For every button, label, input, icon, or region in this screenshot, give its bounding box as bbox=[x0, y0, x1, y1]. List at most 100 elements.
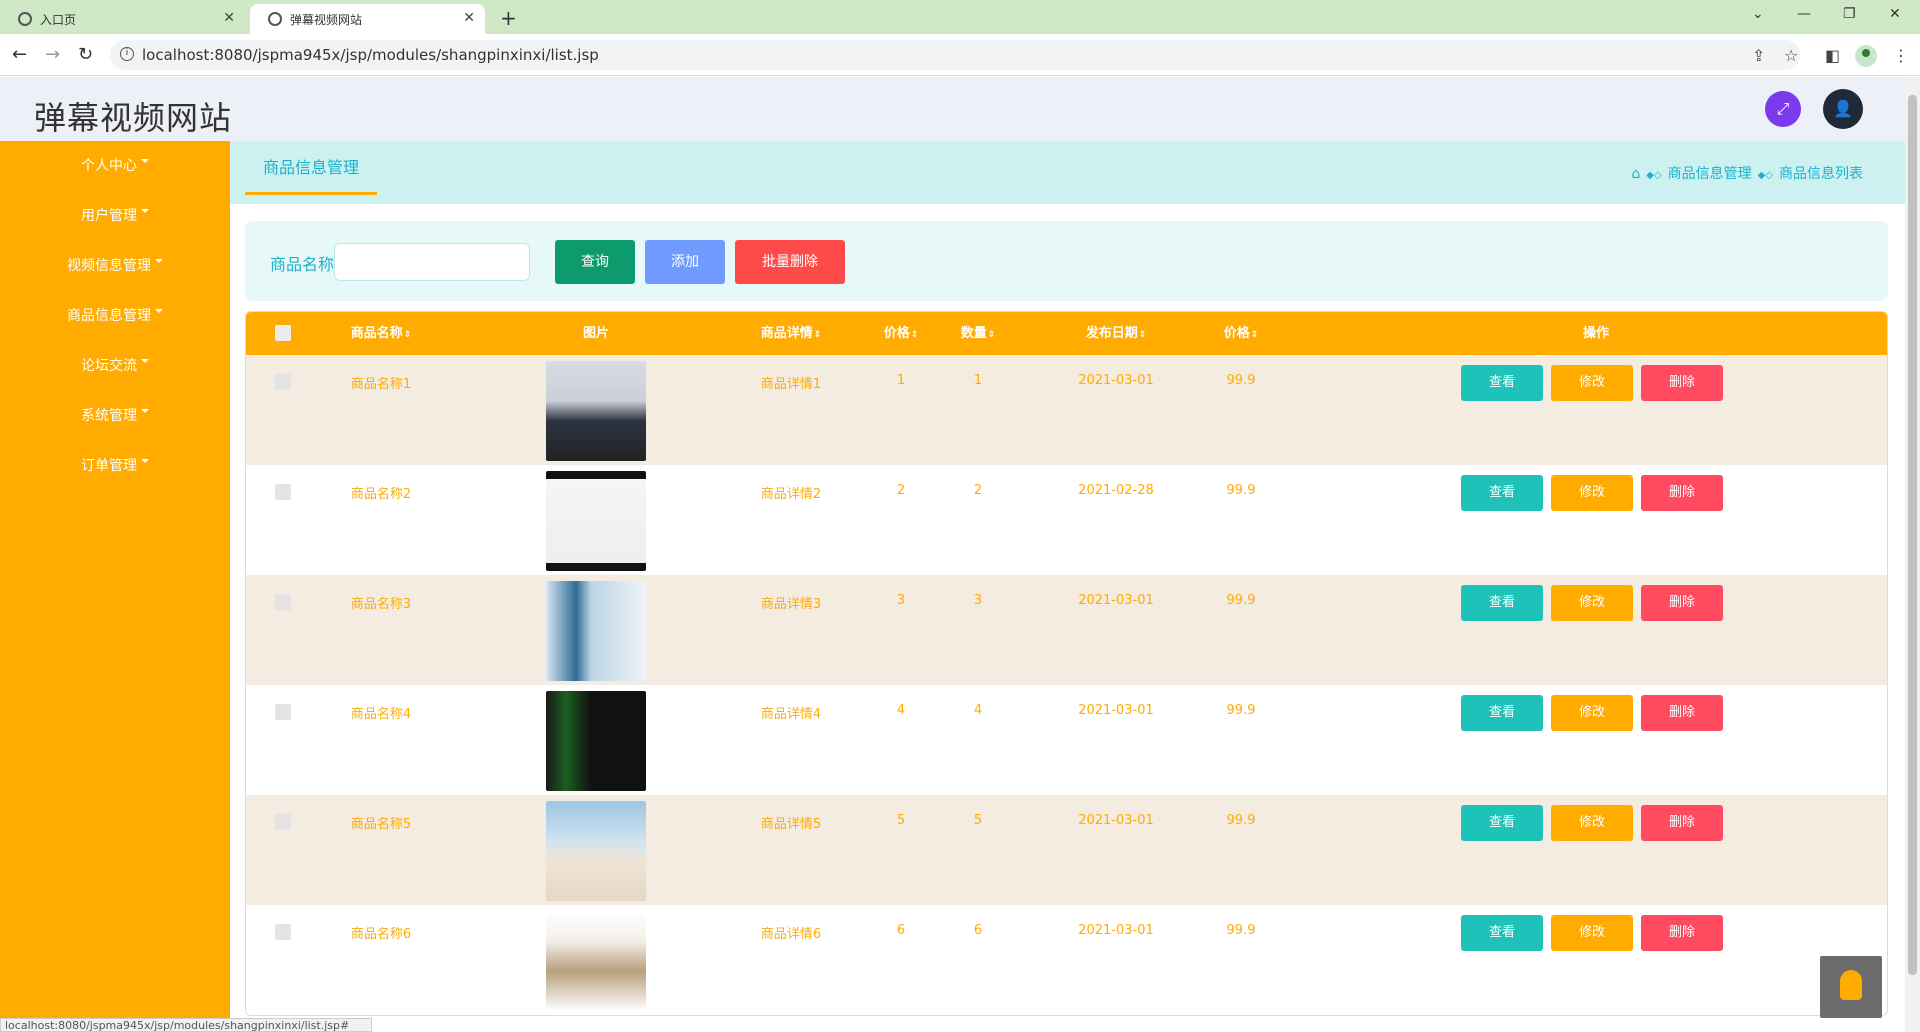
window-close-button[interactable]: ✕ bbox=[1889, 6, 1901, 22]
cell-detail: 商品详情4 bbox=[760, 707, 822, 722]
reload-button[interactable]: ↻ bbox=[78, 44, 93, 65]
user-avatar-button[interactable]: 👤 bbox=[1823, 89, 1863, 129]
delete-button[interactable]: 删除 bbox=[1641, 585, 1723, 621]
column-header-price2[interactable]: 价格⇕ bbox=[1206, 312, 1276, 355]
breadcrumb-bar: 商品信息管理 ⌂ ◆◇ 商品信息管理 ◆◇ 商品信息列表 bbox=[230, 141, 1905, 204]
sidepanel-icon[interactable]: ◧ bbox=[1825, 46, 1840, 65]
cell-quantity: 4 bbox=[973, 703, 983, 718]
row-checkbox[interactable] bbox=[275, 374, 291, 390]
caret-down-icon bbox=[141, 409, 149, 413]
product-image bbox=[546, 361, 646, 461]
row-checkbox[interactable] bbox=[275, 594, 291, 610]
column-header-name[interactable]: 商品名称⇕ bbox=[326, 312, 436, 355]
cell-date: 2021-02-28 bbox=[1078, 483, 1154, 498]
tab-product-management[interactable]: 商品信息管理 bbox=[245, 141, 377, 195]
scrollbar[interactable] bbox=[1905, 77, 1920, 1032]
delete-button[interactable]: 删除 bbox=[1641, 475, 1723, 511]
edit-button[interactable]: 修改 bbox=[1551, 805, 1633, 841]
profile-avatar[interactable] bbox=[1855, 45, 1877, 67]
sort-icon: ⇕ bbox=[403, 330, 412, 340]
chevron-down-icon[interactable]: ⌄ bbox=[1752, 6, 1764, 22]
main-content: 商品信息管理 ⌂ ◆◇ 商品信息管理 ◆◇ 商品信息列表 商品名称 查询 添加 批量删除… bbox=[230, 141, 1905, 1032]
sidebar-item-personal-center[interactable]: 个人中心 bbox=[0, 141, 230, 191]
caret-down-icon bbox=[141, 359, 149, 363]
sidebar-item-label: 论坛交流 bbox=[81, 358, 137, 374]
view-button[interactable]: 查看 bbox=[1461, 365, 1543, 401]
sidebar-item-system-management[interactable]: 系统管理 bbox=[0, 391, 230, 441]
close-icon[interactable]: ✕ bbox=[463, 10, 475, 26]
row-checkbox[interactable] bbox=[275, 924, 291, 940]
browser-tab-active[interactable]: 弹幕视频网站 ✕ bbox=[250, 4, 485, 34]
view-button[interactable]: 查看 bbox=[1461, 695, 1543, 731]
home-icon[interactable]: ⌂ bbox=[1631, 166, 1640, 182]
breadcrumb-separator-icon: ◆◇ bbox=[1757, 170, 1773, 181]
url-field[interactable]: i localhost:8080/jspma945x/jsp/modules/s… bbox=[110, 40, 1800, 70]
product-image bbox=[546, 471, 646, 571]
caret-down-icon bbox=[155, 259, 163, 263]
back-button[interactable]: ← bbox=[12, 44, 27, 65]
cell-detail: 商品详情6 bbox=[760, 927, 822, 942]
column-header-actions: 操作 bbox=[1496, 312, 1696, 355]
forward-button[interactable]: → bbox=[45, 44, 60, 65]
edit-button[interactable]: 修改 bbox=[1551, 475, 1633, 511]
sidebar-item-forum[interactable]: 论坛交流 bbox=[0, 341, 230, 391]
product-image bbox=[546, 801, 646, 901]
sidebar-item-label: 个人中心 bbox=[81, 158, 137, 174]
column-header-quantity[interactable]: 数量⇕ bbox=[943, 312, 1013, 355]
sidebar-item-video-management[interactable]: 视频信息管理 bbox=[0, 241, 230, 291]
row-checkbox[interactable] bbox=[275, 704, 291, 720]
scrollbar-thumb[interactable] bbox=[1908, 95, 1917, 975]
sort-icon: ⇕ bbox=[987, 330, 996, 340]
restore-button[interactable]: ❐ bbox=[1843, 6, 1856, 22]
column-header-price[interactable]: 价格⇕ bbox=[866, 312, 936, 355]
edit-button[interactable]: 修改 bbox=[1551, 695, 1633, 731]
sidebar-item-user-management[interactable]: 用户管理 bbox=[0, 191, 230, 241]
row-checkbox[interactable] bbox=[275, 814, 291, 830]
column-header-date[interactable]: 发布日期⇕ bbox=[1056, 312, 1176, 355]
back-to-top-button[interactable] bbox=[1820, 956, 1882, 1018]
cell-name: 商品名称4 bbox=[350, 707, 412, 722]
fullscreen-button[interactable]: ⤢ bbox=[1765, 91, 1801, 127]
cell-name: 商品名称5 bbox=[350, 817, 412, 832]
edit-button[interactable]: 修改 bbox=[1551, 585, 1633, 621]
menu-icon[interactable]: ⋮ bbox=[1893, 46, 1909, 65]
add-button[interactable]: 添加 bbox=[645, 240, 725, 284]
minimize-button[interactable]: — bbox=[1797, 6, 1811, 22]
delete-button[interactable]: 删除 bbox=[1641, 915, 1723, 951]
select-all-checkbox[interactable] bbox=[275, 325, 291, 341]
column-header-label: 发布日期 bbox=[1085, 326, 1138, 341]
view-button[interactable]: 查看 bbox=[1461, 805, 1543, 841]
close-icon[interactable]: ✕ bbox=[223, 10, 235, 26]
site-icon bbox=[268, 12, 282, 26]
share-icon[interactable]: ⇪ bbox=[1752, 46, 1765, 65]
column-header-label: 价格 bbox=[1223, 326, 1250, 341]
sidebar-item-label: 商品信息管理 bbox=[67, 308, 151, 324]
view-button[interactable]: 查看 bbox=[1461, 475, 1543, 511]
row-checkbox[interactable] bbox=[275, 484, 291, 500]
sidebar-item-product-management[interactable]: 商品信息管理 bbox=[0, 291, 230, 341]
edit-button[interactable]: 修改 bbox=[1551, 915, 1633, 951]
browser-tab-entry[interactable]: 入口页 ✕ bbox=[0, 4, 245, 34]
tab-title: 弹幕视频网站 bbox=[290, 12, 363, 27]
view-button[interactable]: 查看 bbox=[1461, 585, 1543, 621]
breadcrumb-item[interactable]: 商品信息管理 bbox=[1668, 166, 1752, 182]
sidebar: 个人中心 用户管理 视频信息管理 商品信息管理 论坛交流 系统管理 订单管理 bbox=[0, 141, 230, 1032]
cell-price2: 99.9 bbox=[1226, 923, 1256, 938]
product-image bbox=[546, 581, 646, 681]
cell-date: 2021-03-01 bbox=[1078, 703, 1154, 718]
delete-button[interactable]: 删除 bbox=[1641, 695, 1723, 731]
info-icon[interactable]: i bbox=[120, 47, 134, 61]
new-tab-button[interactable]: + bbox=[500, 6, 517, 30]
view-button[interactable]: 查看 bbox=[1461, 915, 1543, 951]
column-header-detail[interactable]: 商品详情⇕ bbox=[731, 312, 851, 355]
cell-date: 2021-03-01 bbox=[1078, 373, 1154, 388]
edit-button[interactable]: 修改 bbox=[1551, 365, 1633, 401]
query-button[interactable]: 查询 bbox=[555, 240, 635, 284]
delete-button[interactable]: 删除 bbox=[1641, 805, 1723, 841]
sidebar-item-order-management[interactable]: 订单管理 bbox=[0, 441, 230, 491]
delete-button[interactable]: 删除 bbox=[1641, 365, 1723, 401]
batch-delete-button[interactable]: 批量删除 bbox=[735, 240, 845, 284]
cell-name: 商品名称6 bbox=[350, 927, 412, 942]
star-icon[interactable]: ☆ bbox=[1784, 46, 1798, 65]
product-name-input[interactable] bbox=[334, 243, 530, 281]
